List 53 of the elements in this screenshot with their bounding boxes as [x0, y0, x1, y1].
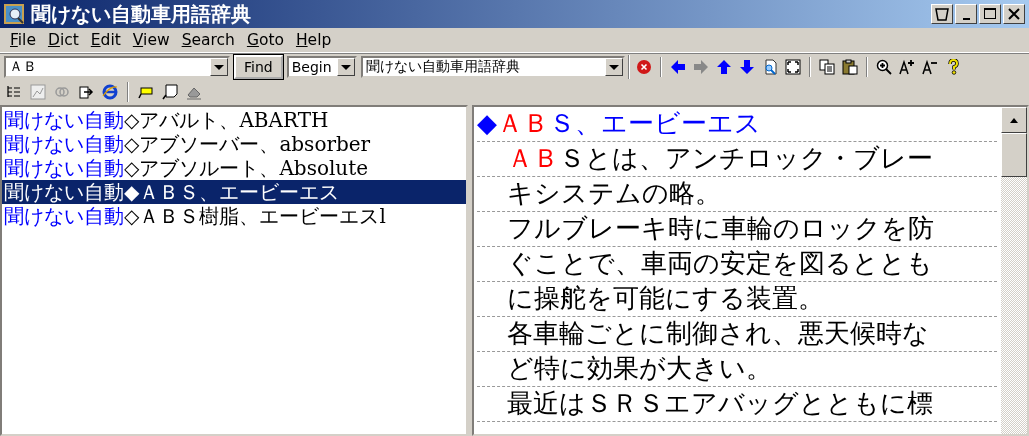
minimize-icon [962, 17, 970, 20]
down-arrow-icon[interactable] [738, 59, 755, 75]
entry-text-line: 各車輪ごとに制御され、悪天候時な [477, 317, 997, 352]
highlight-icon[interactable] [138, 84, 154, 100]
browser-icon[interactable] [102, 84, 118, 100]
close-button[interactable] [1003, 4, 1025, 24]
stop-icon[interactable] [635, 59, 652, 75]
word-list-item[interactable]: 聞けない自動◇アブソルート、Absolute [2, 156, 466, 180]
font-larger-icon[interactable] [898, 59, 915, 75]
maximize-icon [982, 6, 998, 22]
scroll-up-button[interactable] [1001, 107, 1027, 133]
menu-item[interactable]: Search [175, 31, 241, 49]
scrollbar-thumb[interactable] [1001, 133, 1027, 177]
match-mode-dropdown[interactable]: Begin [286, 56, 357, 78]
dictionary-dropdown[interactable]: 聞けない自動車用語辞典 [360, 56, 625, 78]
word-list-item[interactable]: 聞けない自動◇アバルト、ABARTH [2, 108, 466, 132]
fullscreen-icon[interactable] [784, 59, 801, 75]
note-icon[interactable] [162, 84, 178, 100]
back-arrow-icon[interactable] [669, 59, 686, 75]
entry-text-line: ＡＢ Ｓとは、アンチロック・ブレー [477, 142, 997, 177]
word-list-item[interactable]: 聞けない自動◆ＡＢＳ、エービーエス [2, 180, 466, 204]
tray-button[interactable] [931, 4, 953, 24]
tree-icon[interactable] [6, 84, 22, 100]
entry-text-line: フルブレーキ時に車輪のロックを防 [477, 212, 997, 247]
menu-item[interactable]: Help [289, 31, 338, 49]
paste-icon[interactable] [841, 59, 858, 75]
export-icon[interactable] [78, 84, 94, 100]
window-title: 聞けない自動車用語辞典 [31, 0, 252, 28]
tray-icon [934, 6, 950, 22]
menu-item[interactable]: Goto [240, 31, 290, 49]
menu-item[interactable]: Edit [84, 31, 127, 49]
up-triangle-icon [1009, 116, 1019, 124]
copy-icon[interactable] [818, 59, 835, 75]
close-icon [1006, 6, 1022, 22]
search-field[interactable]: ＡＢ [4, 56, 230, 78]
entry-text-line: 最近はＳＲＳエアバッグとともに標 [477, 387, 997, 422]
entry-text-line: ぐことで、車両の安定を図るととも [477, 247, 997, 282]
find-button[interactable]: Find [234, 55, 283, 79]
maximize-button[interactable] [979, 4, 1001, 24]
menu-item[interactable]: Dict [41, 31, 85, 49]
menu-item[interactable]: View [126, 31, 176, 49]
zoom-in-icon[interactable] [875, 59, 892, 75]
up-arrow-icon[interactable] [715, 59, 732, 75]
entry-text-line: キシステムの略。 [477, 177, 997, 212]
word-list-item[interactable]: 聞けない自動◇ＡＢＳ樹脂、エービーエスl [2, 204, 466, 228]
font-smaller-icon[interactable] [921, 59, 938, 75]
entry-heading: ◆ＡＢ Ｓ、エービーエス [477, 107, 997, 142]
entry-text-line: に操舵を可能にする装置。 [477, 282, 997, 317]
menu-item[interactable]: File [4, 31, 42, 49]
entry-text-line: ど特に効果が大きい。 [477, 352, 997, 387]
minimize-button[interactable] [955, 4, 977, 24]
word-list-item[interactable]: 聞けない自動◇アブソーバー、absorber [2, 132, 466, 156]
app-icon [3, 3, 25, 25]
